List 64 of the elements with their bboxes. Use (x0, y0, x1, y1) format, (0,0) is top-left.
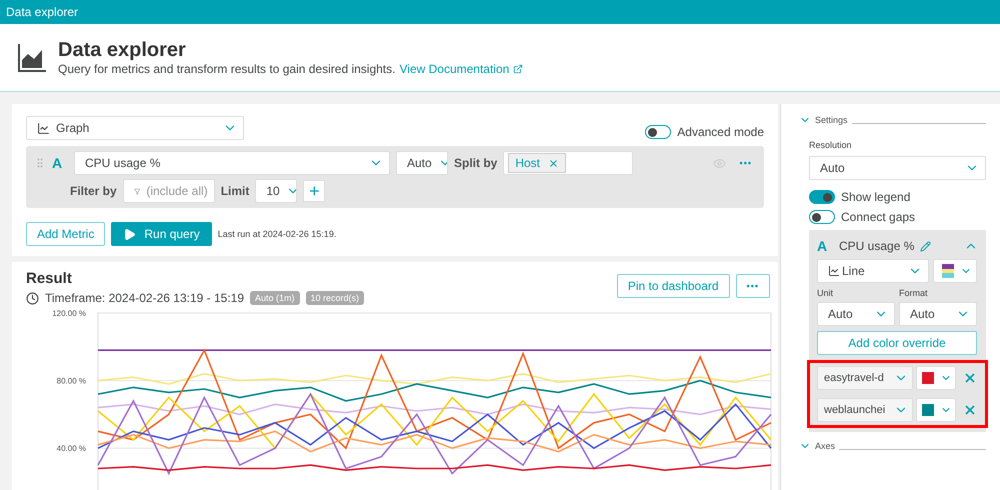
aggregation-select[interactable]: Auto (396, 151, 448, 175)
toggle-label: Connect gaps (841, 210, 916, 224)
result-title: Result (26, 270, 73, 287)
line-chart-icon (37, 122, 50, 134)
section-title: Settings (815, 115, 848, 125)
play-icon (123, 228, 136, 240)
query-letter: A (52, 155, 64, 171)
add-metric-button[interactable]: Add Metric (26, 222, 106, 246)
filter-field[interactable]: (include all) (122, 179, 215, 203)
toggle-label: Show legend (841, 190, 910, 204)
limit-select[interactable]: 10 (255, 179, 298, 203)
window-title: Data explorer (0, 0, 1000, 24)
page-subtitle: Query for metrics and transform results to gain desired insights. (58, 62, 396, 76)
axis-tick-label: 40.00 % (56, 444, 86, 454)
more-button[interactable]: ••• (740, 158, 752, 168)
area-chart-icon (16, 42, 48, 74)
resolution-select[interactable]: Auto (809, 156, 986, 180)
toggle-switch[interactable] (809, 210, 835, 224)
result-badge: 10 record(s) (306, 291, 364, 305)
chart-type-select[interactable]: Line (817, 259, 929, 283)
palette-select[interactable] (933, 259, 977, 283)
axis-tick-label: 80.00 % (56, 376, 86, 386)
remove-icon[interactable] (548, 158, 560, 168)
split-field[interactable]: Host (503, 151, 634, 175)
toggle-label: Advanced mode (677, 125, 764, 139)
split-tag[interactable]: Host (508, 153, 566, 173)
split-label: Split by (454, 156, 498, 170)
query-letter: A (817, 238, 828, 254)
metric-name: CPU usage % (839, 239, 914, 253)
remove-icon[interactable] (963, 371, 977, 385)
pin-to-dashboard-button[interactable]: Pin to dashboard (616, 274, 730, 298)
add-button[interactable]: + (303, 180, 326, 202)
palette-icon (942, 264, 954, 278)
section-title: Axes (815, 441, 836, 451)
unit-select[interactable]: Auto (817, 302, 895, 326)
toggle-switch[interactable] (809, 190, 835, 204)
limit-label: Limit (220, 184, 250, 198)
advanced-mode-toggle[interactable] (645, 125, 672, 139)
documentation-link[interactable]: View Documentation (399, 62, 524, 76)
filter-icon (134, 186, 140, 196)
color-select[interactable] (916, 366, 956, 390)
pencil-icon[interactable] (920, 240, 932, 252)
result-badge: Auto (1m) (250, 291, 300, 305)
series-select[interactable]: weblaunchei (817, 398, 913, 422)
color-select[interactable] (916, 398, 956, 422)
axis-tick-label: 120.00 % (52, 309, 86, 318)
last-run-text: Last run at 2024-02-26 15:19. (218, 229, 336, 239)
series-select[interactable]: easytravel-d (817, 366, 913, 390)
format-label: Format (899, 288, 929, 298)
visualization-select[interactable]: Graph (26, 116, 244, 140)
line-chart-icon (828, 265, 840, 277)
page-title: Data explorer (58, 39, 187, 62)
add-color-override-button[interactable]: Add color override (817, 331, 977, 355)
remove-icon[interactable] (963, 403, 977, 417)
filter-label: Filter by (70, 184, 117, 198)
timeframe-text: Timeframe: 2024-02-26 13:19 - 15:19 (45, 291, 244, 305)
more-button[interactable]: ••• (736, 274, 770, 298)
clock-icon (26, 292, 39, 304)
run-query-button[interactable]: Run query (111, 222, 212, 246)
format-select[interactable]: Auto (899, 302, 977, 326)
metric-select[interactable]: CPU usage % (74, 151, 390, 175)
resolution-label: Resolution (809, 140, 853, 150)
unit-label: Unit (817, 288, 834, 298)
external-link-icon (513, 64, 524, 74)
